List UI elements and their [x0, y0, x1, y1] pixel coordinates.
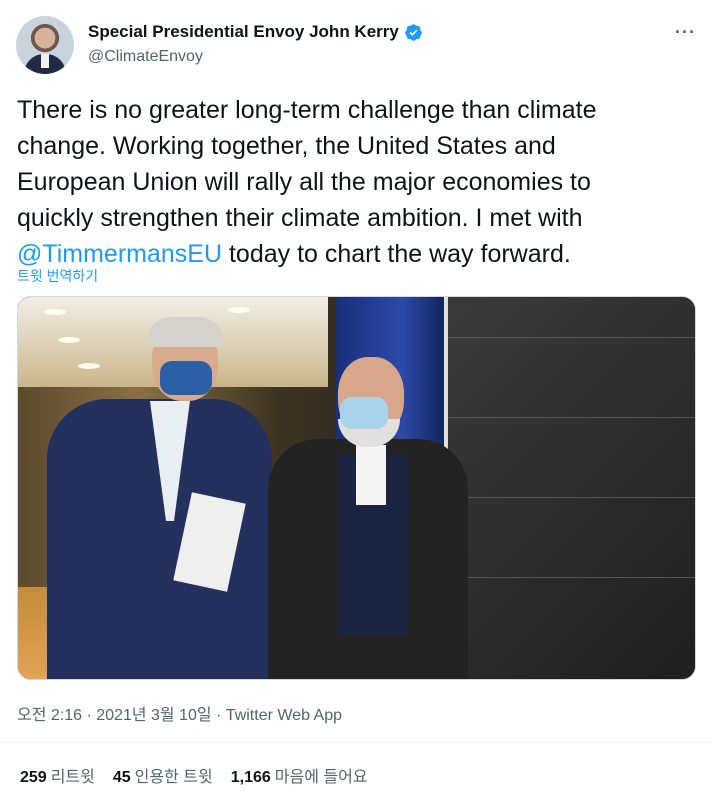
tweet-text-part-2: today to chart the way forward.	[222, 240, 571, 268]
mention-link[interactable]: @TimmermansEU	[17, 240, 222, 268]
quotes-label: 인용한 트윗	[134, 769, 213, 786]
likes-stat[interactable]: 1,166 마음에 들어요	[231, 763, 368, 787]
tweet-photo[interactable]	[17, 296, 696, 680]
tweet-header: Special Presidential Envoy John Kerry @C…	[16, 14, 696, 74]
tweet-timestamp[interactable]: 오전 2:16 · 2021년 3월 10일 · Twitter Web App	[17, 701, 342, 725]
author-name-row[interactable]: Special Presidential Envoy John Kerry	[88, 22, 423, 42]
tweet-text-part-1: There is no greater long-term challenge …	[17, 96, 597, 232]
divider	[0, 742, 712, 743]
retweets-label: 리트윗	[50, 769, 95, 786]
retweets-stat[interactable]: 259 리트윗	[20, 763, 95, 787]
quotes-count: 45	[112, 769, 131, 786]
likes-count: 1,166	[230, 769, 271, 786]
quote-tweets-stat[interactable]: 45 인용한 트윗	[113, 763, 213, 787]
author-name[interactable]: Special Presidential Envoy John Kerry	[88, 22, 399, 42]
more-options-icon[interactable]: ···	[675, 22, 696, 43]
retweets-count: 259	[20, 769, 47, 786]
likes-label: 마음에 들어요	[274, 769, 368, 786]
avatar[interactable]	[16, 16, 74, 74]
translate-tweet-link[interactable]: 트윗 번역하기	[17, 266, 98, 286]
verified-badge-icon	[405, 23, 422, 41]
tweet-text: There is no greater long-term challenge …	[17, 92, 697, 272]
tweet-stats: 259 리트윗 45 인용한 트윗 1,166 마음에 들어요	[20, 763, 368, 787]
author-handle[interactable]: @ClimateEnvoy	[88, 48, 203, 66]
